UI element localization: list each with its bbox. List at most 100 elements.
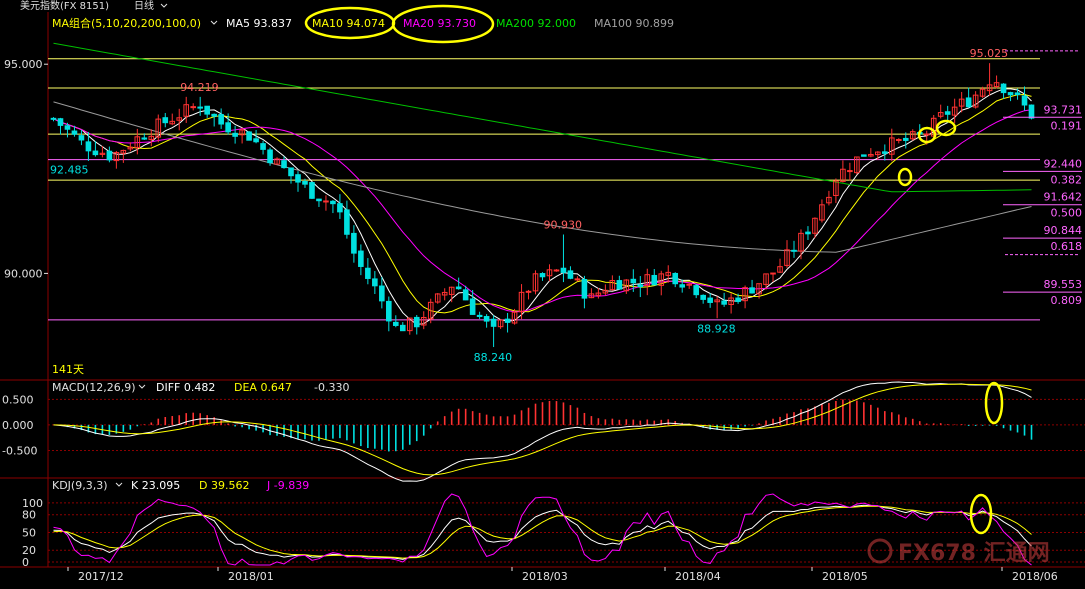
macd-dea-line xyxy=(53,383,1032,476)
candle-body xyxy=(1007,92,1014,96)
candle-body xyxy=(211,113,217,117)
title-bar: 美元指数(FX 8151) 日线 xyxy=(0,0,1085,12)
candle-body xyxy=(707,297,713,303)
candle-body xyxy=(379,285,385,302)
kdj-d-value: D 39.562 xyxy=(199,479,249,492)
candle-body xyxy=(847,170,853,173)
fibonacci-ratio-label: 0.191 xyxy=(1051,119,1083,132)
candle-body xyxy=(679,284,686,288)
price-extreme-label: 88.928 xyxy=(697,322,736,335)
macd-axis-tick-label: 0.500 xyxy=(2,393,34,406)
kdj-legend: KDJ(9,3,3) K 23.095 D 39.562 J -9.839 xyxy=(52,479,309,492)
chevron-down-icon[interactable] xyxy=(210,20,218,25)
macd-label[interactable]: MACD(12,26,9) xyxy=(52,381,136,394)
candle-body xyxy=(309,182,315,199)
candle-body xyxy=(504,318,511,323)
macd-panel: 0.500 0.000 -0.500 xyxy=(2,381,1085,482)
ma200-value: MA200 92.000 xyxy=(496,17,576,30)
fibonacci-price-label: 93.731 xyxy=(1044,103,1083,116)
candle-body xyxy=(57,118,64,126)
candle-body xyxy=(770,272,776,275)
fibonacci-price-label: 91.642 xyxy=(1044,191,1083,204)
fibonacci-ratio-label: 0.618 xyxy=(1051,240,1083,253)
candle-body xyxy=(106,150,113,161)
candle-body xyxy=(267,149,273,164)
candle-body xyxy=(721,300,727,305)
price-extreme-label: 95.025 xyxy=(970,47,1009,60)
candle-body xyxy=(232,132,238,137)
candle-body xyxy=(805,231,811,235)
chart-canvas[interactable]: 美元指数(FX 8151) 日线 MA组合(5,10,20,200,100,0)… xyxy=(0,0,1085,585)
candle-body xyxy=(469,298,476,315)
candle-body xyxy=(344,209,350,235)
fibonacci-ratio-label: 0.500 xyxy=(1051,207,1083,220)
candle-body xyxy=(672,272,679,285)
candle-body xyxy=(197,106,203,109)
kdj-label[interactable]: KDJ(9,3,3) xyxy=(52,479,108,492)
macd-legend: MACD(12,26,9) DIFF 0.482 DEA 0.647 -0.33… xyxy=(52,381,349,394)
candle-body xyxy=(791,249,797,252)
candle-body xyxy=(476,314,483,317)
period-label[interactable]: 日线 xyxy=(134,0,154,12)
candle-body xyxy=(902,137,909,141)
kdj-axis-tick-label: 50 xyxy=(22,526,36,539)
fibonacci-price-label: 89.553 xyxy=(1044,278,1083,291)
macd-hist-value: -0.330 xyxy=(314,381,349,394)
candle-body xyxy=(749,287,755,294)
candle-body xyxy=(567,270,574,279)
candle-body xyxy=(386,300,392,322)
candle-body xyxy=(1014,92,1021,95)
date-axis-label: 2018/06 xyxy=(1012,570,1058,583)
candle-body xyxy=(372,278,378,287)
candle-body xyxy=(525,290,532,293)
kdj-axis-tick-label: 80 xyxy=(22,509,36,522)
candle-body xyxy=(71,130,78,135)
date-axis-label: 2018/03 xyxy=(522,570,568,583)
macd-axis-tick-label: 0.000 xyxy=(2,419,34,432)
date-axis-label: 2018/05 xyxy=(822,570,868,583)
kdj-k-value: K 23.095 xyxy=(131,479,180,492)
candle-body xyxy=(92,150,99,156)
candle-body xyxy=(253,138,259,143)
candle-body xyxy=(630,278,637,284)
bar-count-label: 141天 xyxy=(52,363,84,376)
candle-body xyxy=(483,316,490,322)
date-axis-label: 2018/01 xyxy=(228,570,274,583)
candle-body xyxy=(965,97,972,108)
chart-window: 美元指数(FX 8151) 日线 MA组合(5,10,20,200,100,0)… xyxy=(0,0,1085,585)
candle-body xyxy=(392,321,399,326)
macd-diff-line xyxy=(53,381,1032,482)
price-labels: 94.219 92.485 90.930 88.240 88.928 95.025 xyxy=(50,47,1008,364)
annotation-circle xyxy=(984,381,1004,425)
candle-body xyxy=(330,200,336,205)
chevron-down-icon[interactable] xyxy=(138,384,146,389)
candle-body xyxy=(539,273,546,278)
price-axis: 95.000 90.000 xyxy=(4,58,48,280)
chevron-down-icon[interactable] xyxy=(115,482,123,487)
candle-body xyxy=(162,117,169,124)
macd-dea-value: DEA 0.647 xyxy=(234,381,292,394)
candle-body xyxy=(553,269,560,272)
candle-body xyxy=(490,318,497,327)
candle-body xyxy=(693,285,699,296)
watermark-logo-icon xyxy=(867,538,893,564)
candle-body xyxy=(861,154,867,157)
candle-body xyxy=(574,278,581,281)
candle-body xyxy=(882,151,888,154)
candle-body xyxy=(50,117,57,120)
candle-body xyxy=(358,250,364,267)
macd-diff-value: DIFF 0.482 xyxy=(156,381,215,394)
ma-indicator-label[interactable]: MA组合(5,10,20,200,100,0) xyxy=(52,16,201,30)
candle-body xyxy=(141,137,148,140)
candle-body xyxy=(735,297,741,302)
candle-body xyxy=(895,139,902,142)
fibonacci-price-label: 92.440 xyxy=(1044,157,1083,170)
candle-body xyxy=(581,278,588,299)
ma20-line xyxy=(53,109,1032,313)
candle-body xyxy=(323,200,329,203)
ma5-value: MA5 93.837 xyxy=(226,17,292,30)
fibonacci-ratio-label: 0.382 xyxy=(1051,173,1083,186)
ma5-line xyxy=(53,88,1032,325)
candle-body xyxy=(1028,104,1035,119)
annotation-circle xyxy=(897,167,913,187)
